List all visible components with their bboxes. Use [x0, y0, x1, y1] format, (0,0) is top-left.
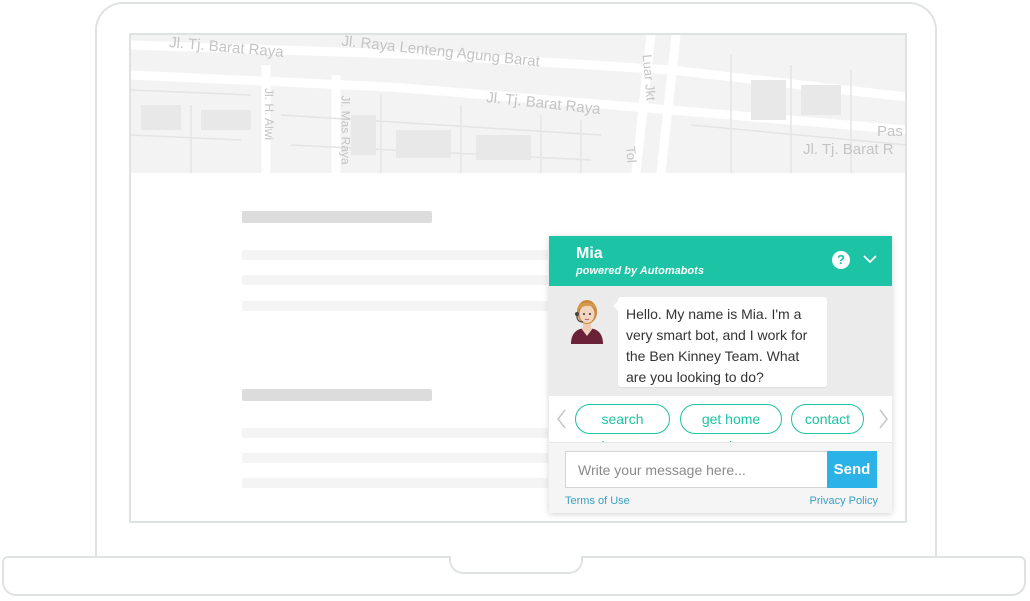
placeholder-line [242, 453, 548, 463]
quick-reply-get-home-value[interactable]: get home value [680, 404, 782, 454]
placeholder-heading [242, 389, 432, 401]
map-label: Tol [623, 145, 640, 164]
quick-reply-contact[interactable]: contact [791, 404, 864, 434]
chat-messages: Hello. My name is Mia. I'm a very smart … [549, 286, 892, 396]
message-input[interactable] [565, 451, 827, 488]
placeholder-line [242, 301, 548, 311]
powered-by-label: powered by Automabots [576, 265, 704, 277]
quick-replies: search homes get home value contact [549, 396, 892, 454]
laptop-notch [449, 556, 583, 574]
bot-name: Mia [576, 245, 603, 262]
placeholder-heading [242, 211, 432, 223]
bot-message: Hello. My name is Mia. I'm a very smart … [618, 297, 827, 387]
placeholder-line [242, 478, 548, 488]
quick-reply-search-homes[interactable]: search homes [575, 404, 670, 454]
chevron-right-icon[interactable] [878, 408, 890, 430]
map-label: Jl. H. Alwi [262, 87, 277, 141]
bot-avatar [571, 300, 603, 344]
placeholder-line [242, 428, 548, 438]
map-background: Jl. Tj. Barat Raya Jl. Raya Lenteng Agun… [131, 35, 905, 173]
chevron-left-icon[interactable] [555, 408, 567, 430]
terms-of-use-link[interactable]: Terms of Use [565, 495, 630, 507]
send-button[interactable]: Send [827, 451, 877, 488]
placeholder-line [242, 250, 548, 260]
privacy-policy-link[interactable]: Privacy Policy [810, 495, 878, 507]
map-label: Jl. Tj. Barat R [803, 141, 894, 158]
chat-widget: Mia powered by Automabots ? Hello. My na… [549, 236, 892, 513]
chevron-down-icon[interactable] [862, 253, 878, 265]
map-label: Jl. Mas Raya [338, 95, 353, 165]
chat-header[interactable]: Mia powered by Automabots ? [549, 236, 892, 286]
placeholder-line [242, 275, 548, 285]
help-icon[interactable]: ? [832, 251, 850, 269]
chat-footer: Send Terms of Use Privacy Policy [549, 442, 892, 513]
map-label: Pas [877, 123, 903, 140]
